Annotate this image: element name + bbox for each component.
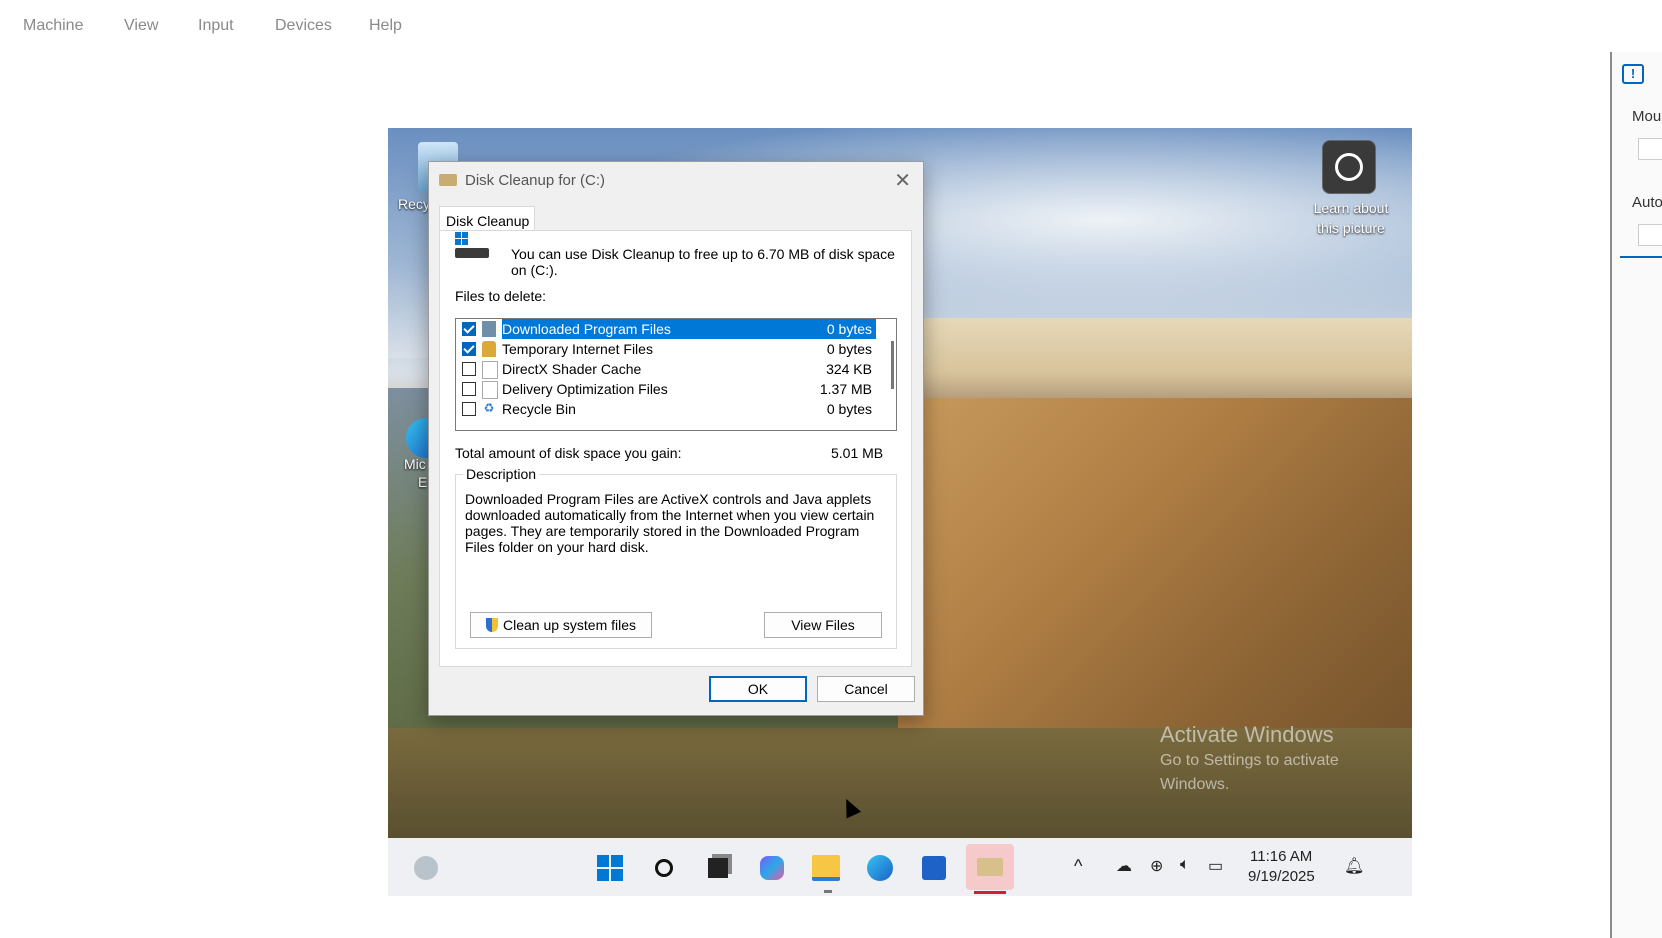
wallpaper-town <box>918 318 1412 408</box>
file-icon <box>482 361 498 379</box>
recycle-bin-label: Recy <box>398 196 430 212</box>
host-menubar: Machine View Input Devices Help <box>0 0 1580 54</box>
active-app-indicator <box>974 891 1006 894</box>
chevron-up-icon[interactable]: ^ <box>1074 856 1082 877</box>
menu-input[interactable]: Input <box>198 17 234 35</box>
menu-view[interactable]: View <box>124 17 158 35</box>
clock-date[interactable]: 9/19/2025 <box>1248 868 1315 885</box>
taskbar: ^ ☁ ⊕ 🔈︎ ▭ 11:16 AM 9/19/2025 🔔︎ <box>388 838 1412 896</box>
file-size: 0 bytes <box>826 321 872 337</box>
file-size: 324 KB <box>826 361 872 377</box>
description-text: Downloaded Program Files are ActiveX con… <box>465 491 875 555</box>
camera-icon <box>1335 153 1363 181</box>
notification-bell-icon[interactable]: 🔔︎ <box>1344 856 1364 876</box>
cancel-button[interactable]: Cancel <box>817 676 915 702</box>
list-item[interactable]: Delivery Optimization Files 1.37 MB <box>456 379 876 400</box>
panel-field-1[interactable] <box>1638 138 1662 160</box>
copilot-icon[interactable] <box>756 852 788 884</box>
network-icon[interactable]: ⊕ <box>1150 856 1163 876</box>
dialog-title: Disk Cleanup for (C:) <box>465 172 606 189</box>
store-icon[interactable] <box>918 852 950 884</box>
file-name: Temporary Internet Files <box>502 341 653 357</box>
list-item[interactable]: ♻ Recycle Bin 0 bytes <box>456 399 876 420</box>
files-to-delete-label: Files to delete: <box>455 288 547 304</box>
menu-machine[interactable]: Machine <box>23 17 83 35</box>
onedrive-icon[interactable]: ☁ <box>1116 856 1132 876</box>
list-item[interactable]: DirectX Shader Cache 324 KB <box>456 359 876 380</box>
list-item[interactable]: Downloaded Program Files 0 bytes <box>456 319 876 340</box>
disk-cleanup-title-icon <box>439 174 457 186</box>
file-name: Recycle Bin <box>502 401 576 417</box>
checkbox-unchecked[interactable] <box>462 362 476 376</box>
file-name: Delivery Optimization Files <box>502 381 668 397</box>
total-label: Total amount of disk space you gain: <box>455 445 682 461</box>
start-icon[interactable] <box>594 852 626 884</box>
task-view-icon[interactable] <box>702 852 734 884</box>
weather-icon[interactable] <box>410 852 442 884</box>
disk-cleanup-taskbar-icon[interactable] <box>966 844 1014 890</box>
side-panel: ! Mou Auto <box>1610 52 1662 938</box>
total-value: 5.01 MB <box>831 445 884 461</box>
close-button[interactable]: ✕ <box>894 168 911 193</box>
panel-label-auto: Auto <box>1632 194 1662 211</box>
file-name: Downloaded Program Files <box>502 321 671 337</box>
checkbox-checked[interactable] <box>462 322 476 336</box>
activate-line2: Windows. <box>1160 776 1230 793</box>
checkbox-checked[interactable] <box>462 342 476 356</box>
files-list[interactable]: Downloaded Program Files 0 bytes Tempora… <box>455 318 897 431</box>
panel-label-mouse: Mou <box>1632 108 1662 125</box>
checkbox-unchecked[interactable] <box>462 402 476 416</box>
tab-disk-cleanup[interactable]: Disk Cleanup <box>439 206 535 231</box>
view-files-button[interactable]: View Files <box>764 612 882 638</box>
disk-cleanup-dialog: Disk Cleanup for (C:) ✕ Disk Cleanup You… <box>428 161 924 716</box>
learn-about-picture-button[interactable] <box>1322 140 1376 194</box>
volume-icon[interactable]: 🔈︎ <box>1180 856 1190 874</box>
clean-up-system-files-button[interactable]: Clean up system files <box>470 612 652 638</box>
lock-icon <box>482 341 496 357</box>
activate-line1: Go to Settings to activate <box>1160 752 1339 769</box>
menu-help[interactable]: Help <box>369 17 402 35</box>
edge-desktop-label-2: E <box>418 474 428 490</box>
list-item[interactable]: Temporary Internet Files 0 bytes <box>456 339 876 360</box>
description-title: Description <box>463 466 540 482</box>
file-size: 0 bytes <box>826 401 872 417</box>
activate-title: Activate Windows <box>1160 722 1334 747</box>
menu-devices[interactable]: Devices <box>275 17 332 35</box>
battery-icon[interactable]: ▭ <box>1208 856 1223 876</box>
alert-icon[interactable]: ! <box>1622 64 1644 84</box>
folder-icon <box>482 321 496 337</box>
checkbox-unchecked[interactable] <box>462 382 476 396</box>
file-name: DirectX Shader Cache <box>502 361 642 377</box>
panel-field-2[interactable] <box>1638 224 1662 246</box>
edge-desktop-label-1: Mic <box>404 456 426 472</box>
learn-label-2: this picture <box>1317 220 1385 236</box>
learn-label-1: Learn about <box>1313 200 1389 216</box>
file-size: 0 bytes <box>826 341 872 357</box>
file-explorer-icon[interactable] <box>810 852 842 884</box>
file-size: 1.37 MB <box>819 381 872 397</box>
edge-icon[interactable] <box>864 852 896 884</box>
recycle-icon: ♻ <box>483 401 495 415</box>
clean-up-label: Clean up system files <box>502 617 637 633</box>
panel-divider <box>1620 256 1662 258</box>
drive-icon <box>455 232 491 262</box>
clock-time[interactable]: 11:16 AM <box>1250 848 1312 865</box>
ok-button[interactable]: OK <box>709 676 807 702</box>
search-icon[interactable] <box>648 852 680 884</box>
explorer-running-indicator <box>824 890 832 893</box>
shield-icon <box>485 618 498 632</box>
scrollbar-thumb[interactable] <box>891 341 894 389</box>
intro-text: You can use Disk Cleanup to free up to 6… <box>511 246 895 278</box>
file-icon <box>482 381 498 399</box>
